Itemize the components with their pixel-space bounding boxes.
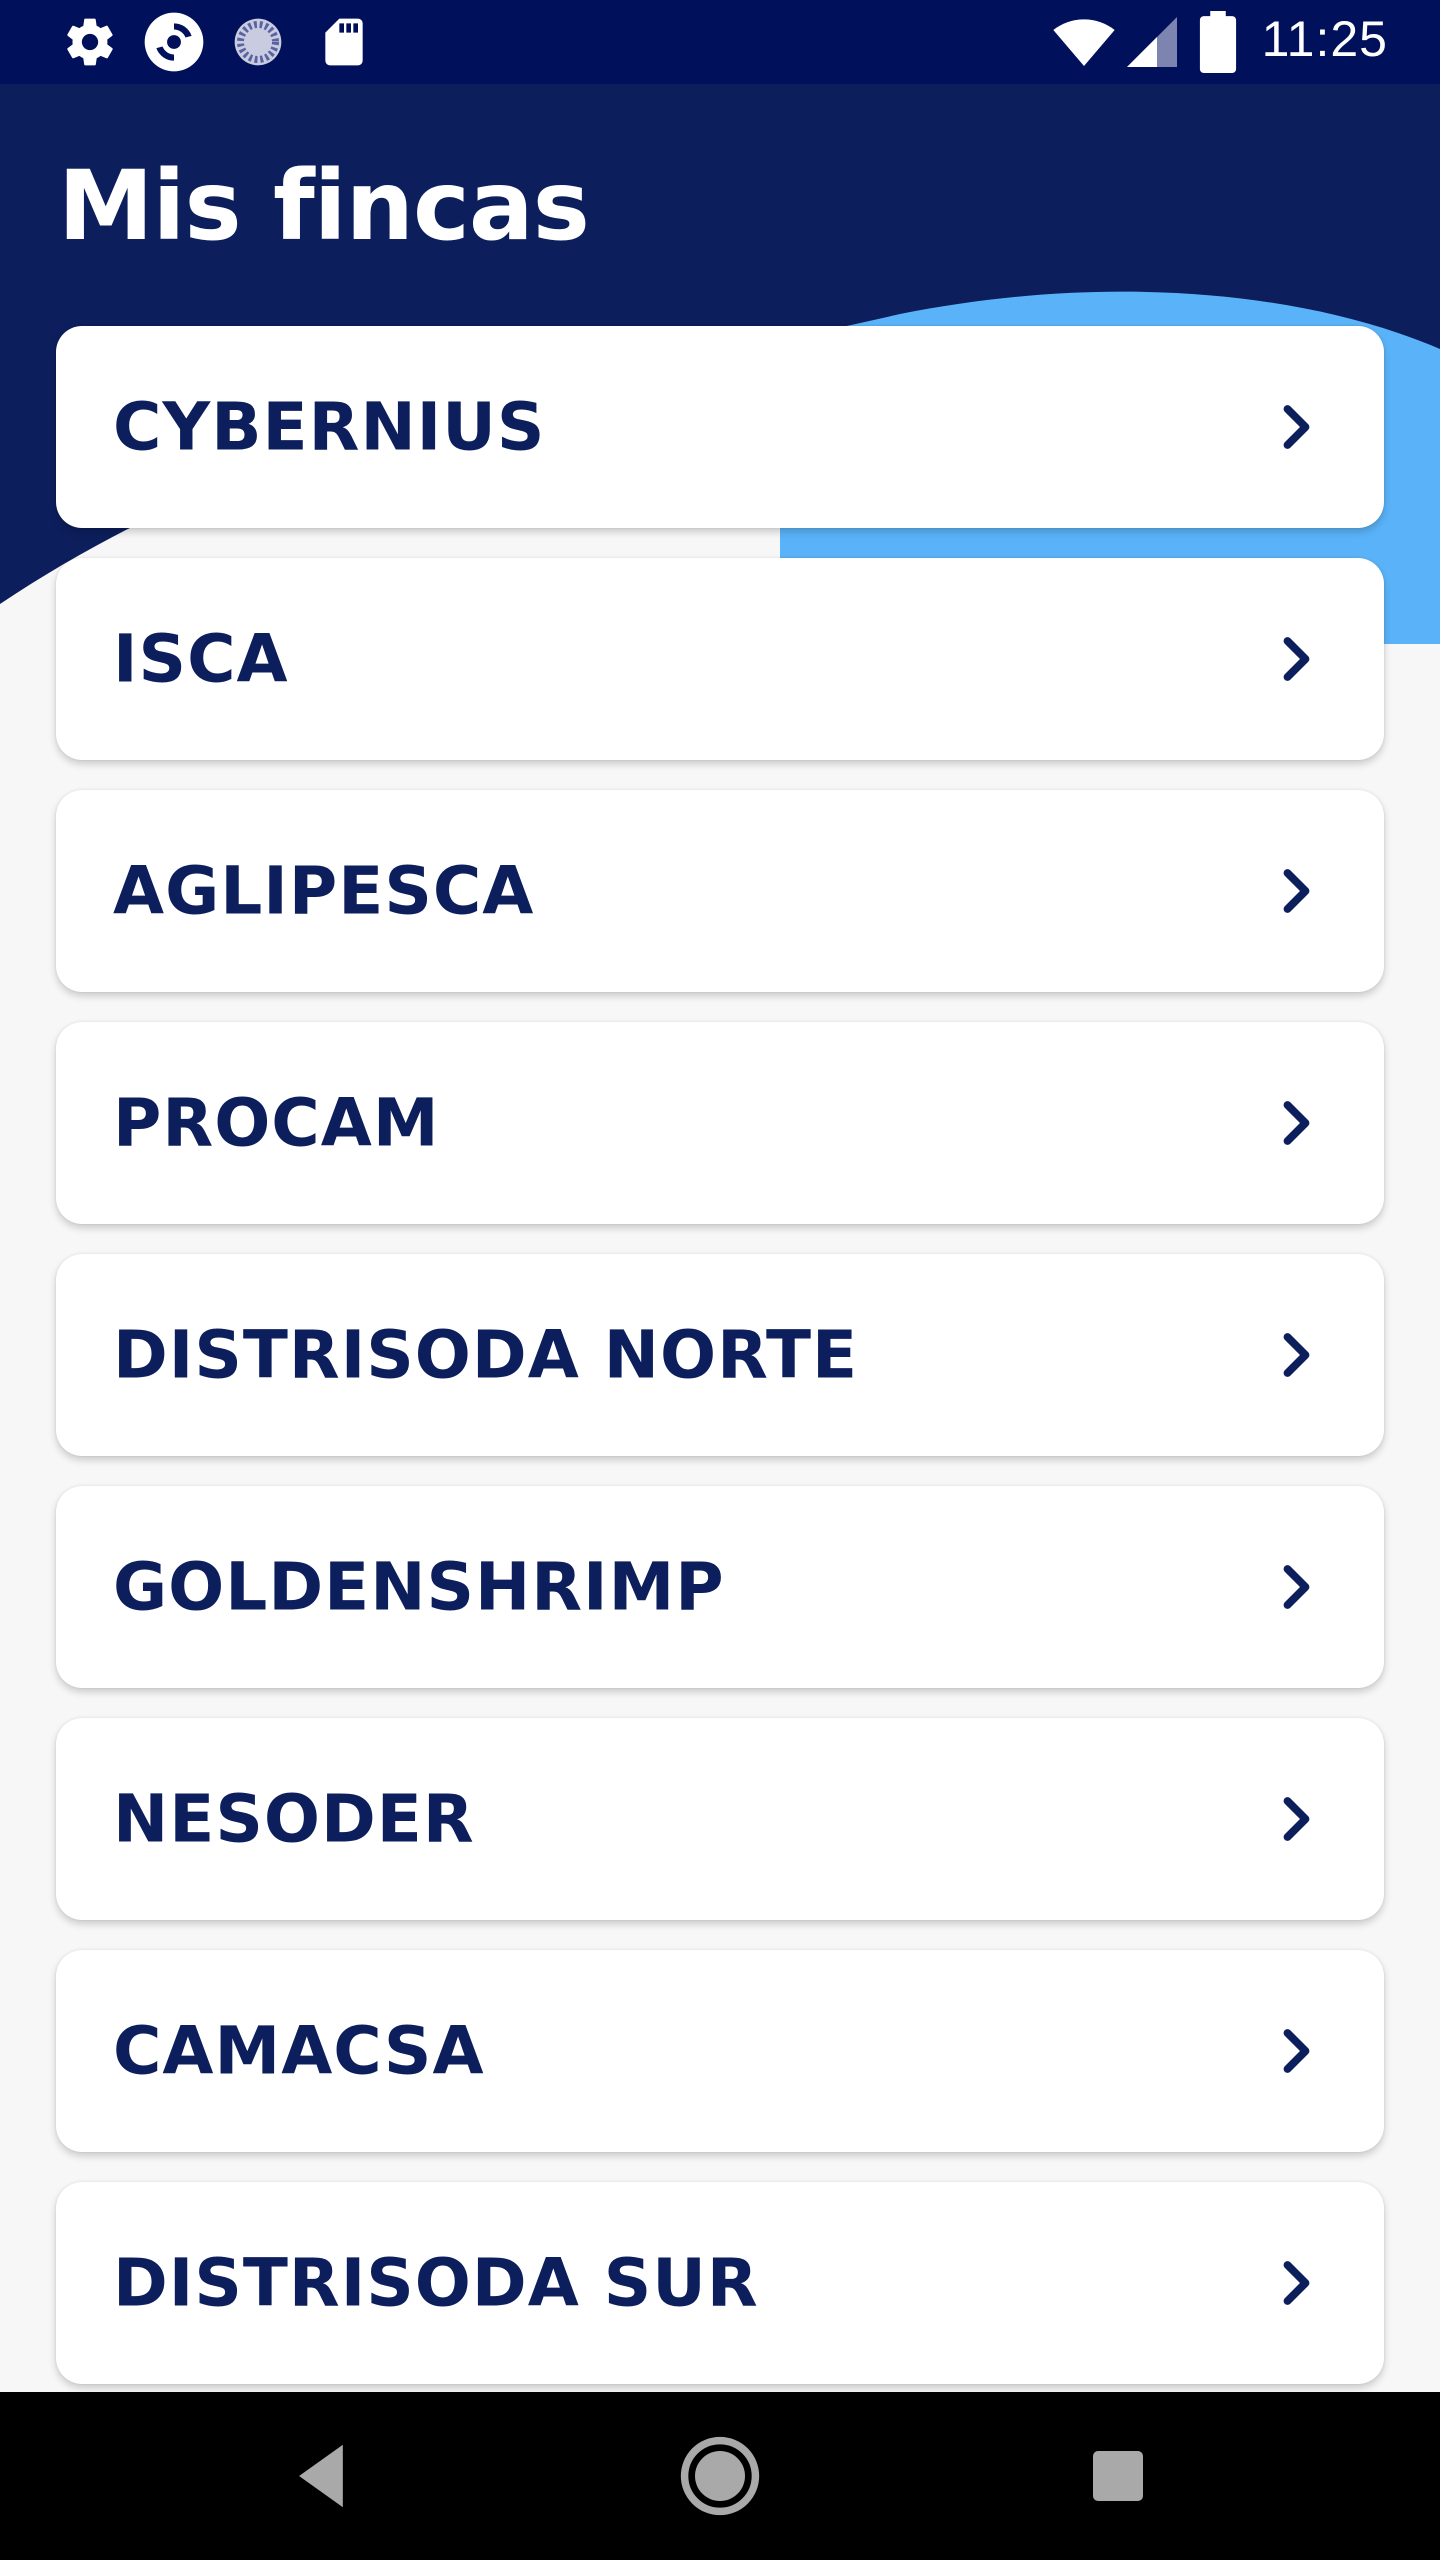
chevron-right-icon: [1283, 637, 1310, 681]
navigation-bar: [0, 2392, 1440, 2560]
farm-item-camacsa[interactable]: CAMACSA: [56, 1950, 1384, 2152]
loading-icon: [234, 18, 282, 66]
farm-item-cybernius[interactable]: CYBERNIUS: [56, 326, 1384, 528]
chevron-right-icon: [1283, 405, 1310, 449]
settings-icon: [67, 18, 113, 66]
page-title: Mis fincas: [58, 150, 590, 262]
chevron-right-icon: [1283, 1797, 1310, 1841]
battery-icon: [1199, 11, 1237, 73]
farm-item-distrisoda-sur[interactable]: DISTRISODA SUR: [56, 2182, 1384, 2384]
sd-card-icon: [325, 18, 363, 66]
cell-signal-icon: [1127, 17, 1177, 67]
chevron-right-icon: [1283, 2029, 1310, 2073]
chevron-right-icon: [1283, 869, 1310, 913]
farm-name: CYBERNIUS: [113, 388, 546, 466]
farm-name: CAMACSA: [113, 2012, 485, 2090]
chevron-right-icon: [1283, 1333, 1310, 1377]
farm-item-procam[interactable]: PROCAM: [56, 1022, 1384, 1224]
farm-name: AGLIPESCA: [113, 852, 535, 930]
farm-item-isca[interactable]: ISCA: [56, 558, 1384, 760]
sync-app-icon: [144, 12, 204, 72]
chevron-right-icon: [1283, 1101, 1310, 1145]
chevron-right-icon: [1283, 1565, 1310, 1609]
clock: 11:25: [1261, 11, 1388, 67]
farm-item-distrisoda-norte[interactable]: DISTRISODA NORTE: [56, 1254, 1384, 1456]
wifi-icon: [1053, 19, 1115, 66]
farm-name: DISTRISODA SUR: [113, 2244, 759, 2322]
home-icon[interactable]: [670, 2426, 770, 2526]
farm-list: CYBERNIUS ISCA AGLIPESCA PROCAM DISTRISO…: [56, 326, 1384, 2414]
farm-name: ISCA: [113, 620, 289, 698]
chevron-right-icon: [1283, 2261, 1310, 2305]
farm-item-goldenshrimp[interactable]: GOLDENSHRIMP: [56, 1486, 1384, 1688]
back-icon[interactable]: [272, 2426, 372, 2526]
farm-item-aglipesca[interactable]: AGLIPESCA: [56, 790, 1384, 992]
recents-icon[interactable]: [1068, 2426, 1168, 2526]
farm-name: PROCAM: [113, 1084, 440, 1162]
farm-name: DISTRISODA NORTE: [113, 1316, 859, 1394]
farm-item-nesoder[interactable]: NESODER: [56, 1718, 1384, 1920]
farm-name: GOLDENSHRIMP: [113, 1548, 725, 1626]
status-bar: 11:25: [0, 0, 1440, 84]
farm-name: NESODER: [113, 1780, 475, 1858]
